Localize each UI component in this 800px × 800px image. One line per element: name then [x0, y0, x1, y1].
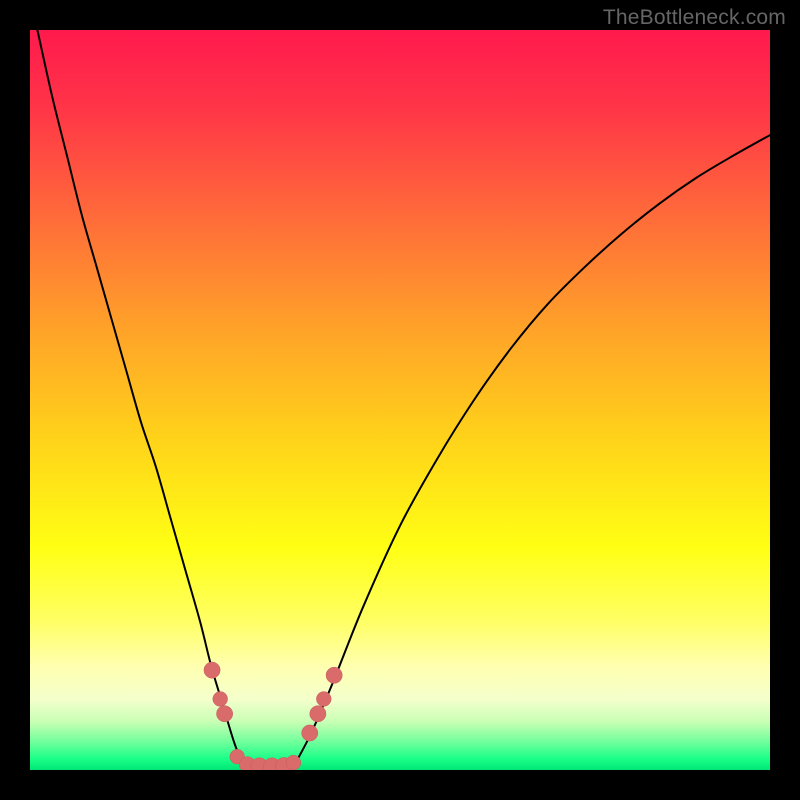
watermark-text: TheBottleneck.com: [603, 6, 786, 30]
data-marker: [316, 692, 331, 707]
data-marker: [302, 725, 318, 741]
data-marker: [286, 755, 301, 770]
data-marker: [216, 706, 232, 722]
bottleneck-curve-path: [37, 30, 770, 768]
data-marker: [326, 667, 342, 683]
data-marker: [213, 692, 228, 707]
plot-area: [30, 30, 770, 770]
chart-frame: TheBottleneck.com: [0, 0, 800, 800]
data-marker: [204, 662, 220, 678]
data-marker: [310, 706, 326, 722]
bottleneck-curves: [30, 30, 770, 770]
